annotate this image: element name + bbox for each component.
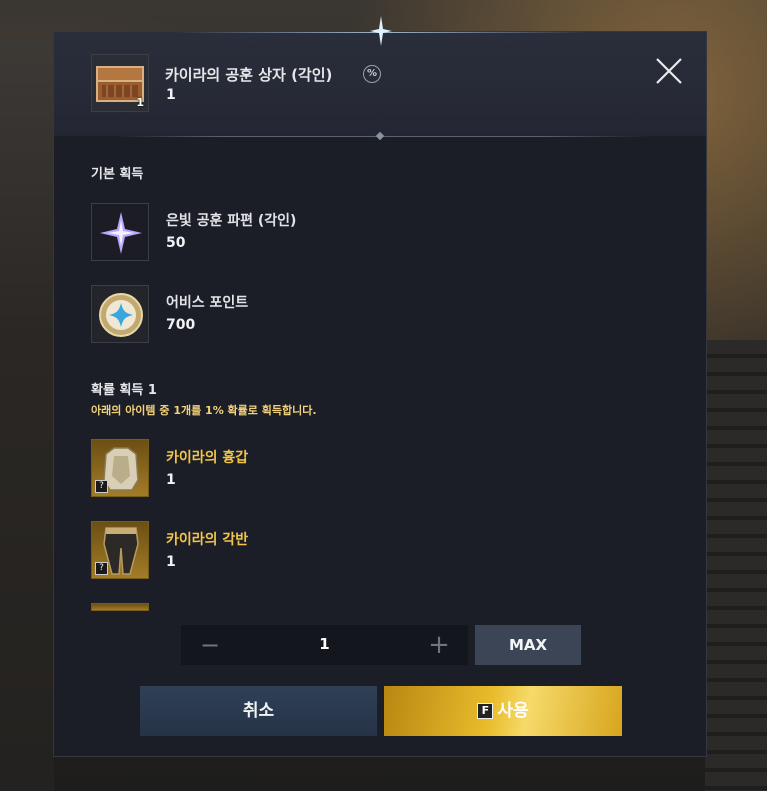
item-lock-icon: ? [95,562,108,575]
item-title: 카이라의 공훈 상자 (각인) [165,66,333,84]
chance-description: 아래의 아이템 중 1개를 1% 확률로 획득합니다. [91,404,317,417]
item-count: 1 [166,87,176,103]
cancel-button[interactable]: 취소 [140,686,377,736]
chance-item-name: 카이라의 각반 [166,532,249,548]
basic-item-icon [91,285,149,343]
item-quantity-badge: 1 [136,96,144,109]
chance-item-icon: ? [91,439,149,497]
increase-button[interactable]: + [425,632,453,658]
basic-heading: 기본 획득 [91,167,144,182]
hotkey-f-badge: F [477,703,494,719]
chest-item-icon: 1 [91,54,149,112]
abyss-point-icon [92,286,148,342]
max-button[interactable]: MAX [475,625,581,665]
chance-item-icon-partial [91,603,149,611]
chance-item-icon: ? [91,521,149,579]
chance-heading: 확률 획득 1 [91,383,157,398]
background-stairs [705,340,767,791]
chance-item-count: 1 [166,554,176,570]
close-icon [656,58,682,84]
item-use-dialog: 1 카이라의 공훈 상자 (각인) % 1 기본 획득 은빛 공훈 파편 (각인… [53,16,707,757]
basic-item-count: 700 [166,317,196,333]
basic-item-name: 은빛 공훈 파편 (각인) [166,213,297,229]
sparkle-icon [370,16,392,46]
quantity-stepper: − 1 + [181,625,468,665]
basic-item-icon [91,203,149,261]
use-button[interactable]: F 사용 [384,686,622,736]
decrease-button[interactable]: − [196,633,224,657]
item-lock-icon: ? [95,480,108,493]
dialog-header [54,32,706,136]
basic-item-count: 50 [166,235,186,251]
close-button[interactable] [654,56,684,86]
chance-item-name: 카이라의 흉갑 [166,450,249,466]
percent-info-icon[interactable]: % [363,65,381,83]
background-left [0,40,54,791]
chance-item-count: 1 [166,472,176,488]
use-button-label: 사용 [497,701,529,721]
silver-shard-icon [92,204,148,260]
quantity-value[interactable]: 1 [281,635,368,653]
basic-item-name: 어비스 포인트 [166,295,249,311]
